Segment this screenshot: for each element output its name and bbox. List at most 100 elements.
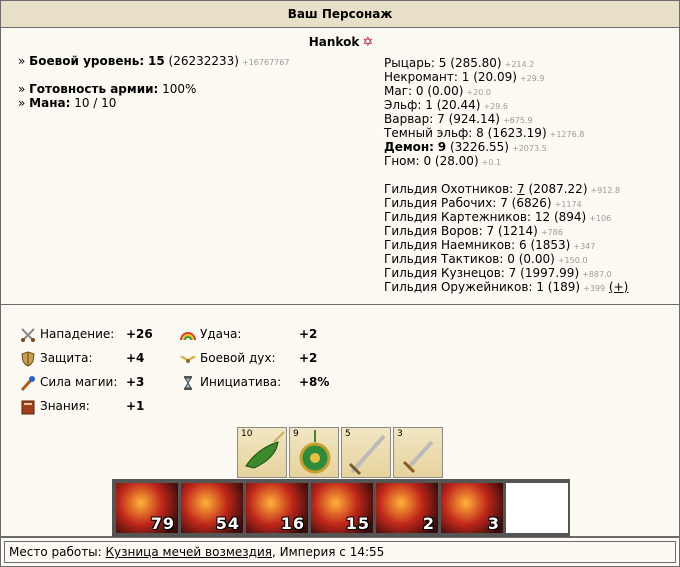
faction-name: Эльф: xyxy=(384,98,422,112)
shield-icon xyxy=(19,350,37,368)
hero-name[interactable]: Hankok xyxy=(309,35,360,49)
combat-level-label: Боевой уровень: xyxy=(29,54,145,68)
combat-exp-delta: +16767767 xyxy=(242,58,290,67)
combat-exp: (26232233) xyxy=(168,54,239,68)
stat-value: +26 xyxy=(126,327,153,341)
troop-count: 15 xyxy=(345,514,370,533)
stat-label: Инициатива: xyxy=(200,375,282,389)
book-icon xyxy=(19,398,37,416)
faction-row: Маг: 0 (0.00) +20.0 xyxy=(384,84,628,98)
troop-slot[interactable]: 16 xyxy=(246,483,308,533)
guild-name: Гильдия Кузнецов: xyxy=(384,266,505,280)
faction-points: (1623.19) xyxy=(487,126,547,140)
guild-row: Гильдия Воров: 7 (1214) +786 xyxy=(384,224,628,238)
stat-row: Инициатива: +8% xyxy=(179,370,329,394)
guild-points: (894) xyxy=(553,210,587,224)
faction-points: (20.44) xyxy=(436,98,481,112)
artifact-level: 3 xyxy=(397,429,403,439)
guild-level: 0 xyxy=(507,252,515,266)
combat-level-value: 15 xyxy=(148,54,165,68)
demon-faction-icon: ✡ xyxy=(362,35,374,50)
guild-row: Гильдия Оружейников: 1 (189) +399 (+) xyxy=(384,280,628,294)
troop-slot[interactable]: 79 xyxy=(116,483,178,533)
guild-name: Гильдия Рабочих: xyxy=(384,196,497,210)
primary-stats: Нападение: +26 Защита: +4 Сила магии: +3 Знани… xyxy=(19,322,153,418)
stat-value: +2 xyxy=(299,351,318,365)
faction-name: Гном: xyxy=(384,154,420,168)
artifact-hat[interactable]: 10 xyxy=(237,427,287,478)
army-ready-value: 100% xyxy=(162,82,197,96)
guild-delta: +106 xyxy=(589,214,612,223)
guild-delta: +399 xyxy=(583,284,606,293)
hero-summary: » Боевой уровень: 15 (26232233) +16767767… xyxy=(18,54,289,110)
troop-slot[interactable]: 15 xyxy=(311,483,373,533)
faction-row: Эльф: 1 (20.44) +29.6 xyxy=(384,98,628,112)
troop-slot[interactable]: 2 xyxy=(376,483,438,533)
troop-slot[interactable]: 3 xyxy=(441,483,503,533)
stat-label: Защита: xyxy=(40,351,93,365)
empty-troop-slot[interactable] xyxy=(506,483,568,533)
secondary-stats: Удача: +2 Боевой дух: +2 Инициатива: +8% xyxy=(179,322,329,394)
guild-name: Гильдия Наемников: xyxy=(384,238,516,252)
army-ready-label: Готовность армии: xyxy=(29,82,159,96)
faction-row: Рыцарь: 5 (285.80) +214.2 xyxy=(384,56,628,70)
faction-level: 9 xyxy=(437,140,447,154)
page-header: Ваш Персонаж xyxy=(0,0,680,28)
guild-points: (1853) xyxy=(530,238,571,252)
stat-value: +8% xyxy=(299,375,330,389)
stat-row: Сила магии: +3 xyxy=(19,370,144,394)
character-info-panel: Hankok ✡ » Боевой уровень: 15 (26232233) +… xyxy=(0,28,680,305)
faction-name: Демон: xyxy=(384,140,434,154)
artifact-dagger[interactable]: 3 xyxy=(393,427,443,478)
faction-row: Гном: 0 (28.00) +0.1 xyxy=(384,154,628,168)
faction-guild-list: Рыцарь: 5 (285.80) +214.2 Некромант: 1 (20… xyxy=(384,56,628,294)
wings-icon xyxy=(179,350,197,368)
work-suffix: , Империя с 14:55 xyxy=(271,545,385,559)
guild-delta: +887.0 xyxy=(582,270,612,279)
mana-row: » Мана: 10 / 10 xyxy=(18,96,117,110)
mana-label: Мана: xyxy=(29,96,71,110)
stat-row: Удача: +2 xyxy=(179,322,317,346)
faction-name: Варвар: xyxy=(384,112,434,126)
troop-row: 79 54 16 15 2 3 xyxy=(112,479,570,537)
faction-level: 1 xyxy=(461,70,470,84)
sword-icon xyxy=(19,326,37,344)
troop-count: 54 xyxy=(215,514,240,533)
guild-add-link[interactable]: (+) xyxy=(609,280,628,294)
faction-delta: +20.0 xyxy=(466,88,491,97)
artifact-sword[interactable]: 5 xyxy=(341,427,391,478)
stat-value: +2 xyxy=(299,327,318,341)
guild-points: (1997.99) xyxy=(520,266,580,280)
faction-level: 5 xyxy=(438,56,447,70)
faction-name: Темный эльф: xyxy=(384,126,473,140)
faction-row: Демон: 9 (3226.55) +2073.5 xyxy=(384,140,628,154)
troop-count: 2 xyxy=(422,514,435,533)
guild-level-link[interactable]: 7 xyxy=(517,182,525,196)
work-place-link[interactable]: Кузница мечей возмездия xyxy=(106,545,272,559)
guild-points: (1214) xyxy=(497,224,538,238)
guild-points: (189) xyxy=(547,280,581,294)
faction-points: (0.00) xyxy=(427,84,464,98)
mana-value: 10 / 10 xyxy=(74,96,117,110)
army-ready-row: » Готовность армии: 100% xyxy=(18,82,197,96)
faction-name: Рыцарь: xyxy=(384,56,435,70)
troop-count: 79 xyxy=(150,514,175,533)
stat-label: Боевой дух: xyxy=(200,351,276,365)
guild-row: Гильдия Кузнецов: 7 (1997.99) +887.0 xyxy=(384,266,628,280)
artifact-level: 10 xyxy=(241,429,253,439)
guild-points: (0.00) xyxy=(518,252,555,266)
hourglass-icon xyxy=(179,374,197,392)
faction-row: Темный эльф: 8 (1623.19) +1276.8 xyxy=(384,126,628,140)
stat-row: Нападение: +26 xyxy=(19,322,153,346)
guild-level: 12 xyxy=(534,210,551,224)
faction-level: 7 xyxy=(437,112,445,126)
faction-name: Некромант: xyxy=(384,70,458,84)
stat-label: Удача: xyxy=(200,327,242,341)
faction-delta: +2073.5 xyxy=(511,144,547,153)
stat-value: +1 xyxy=(126,399,145,413)
faction-points: (20.09) xyxy=(473,70,517,84)
artifact-amulet[interactable]: 9 xyxy=(289,427,339,478)
faction-delta: +29.9 xyxy=(519,74,545,83)
wand-icon xyxy=(19,374,37,392)
troop-slot[interactable]: 54 xyxy=(181,483,243,533)
